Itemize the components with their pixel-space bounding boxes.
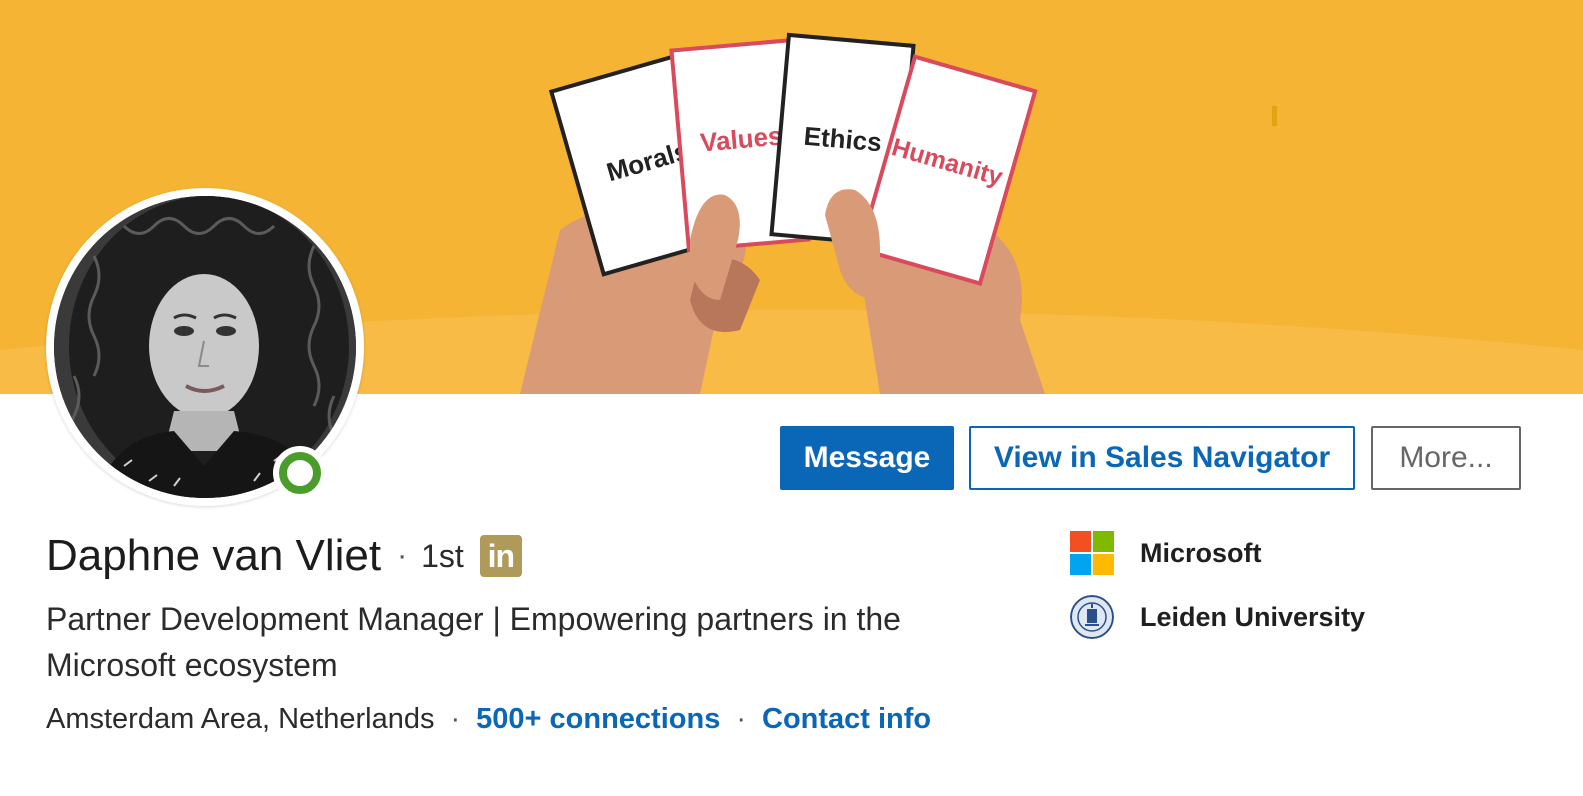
org-name: Microsoft xyxy=(1140,537,1262,568)
connection-degree: 1st xyxy=(421,537,464,574)
org-item-leiden-university[interactable]: Leiden University xyxy=(1070,594,1365,640)
profile-card: Morals Values Ethics Humanity Message Vi… xyxy=(0,0,1583,796)
profile-name: Daphne van Vliet xyxy=(46,531,382,580)
meta-separator: · xyxy=(450,702,461,735)
name-row: Daphne van Vliet · 1st in xyxy=(46,528,522,584)
leiden-university-seal-icon xyxy=(1070,595,1114,639)
premium-badge-icon: in xyxy=(479,535,522,577)
contact-info-link[interactable]: Contact info xyxy=(762,703,931,736)
name-separator: · xyxy=(397,539,408,572)
more-actions-button[interactable]: More... xyxy=(1371,426,1521,490)
online-status-indicator xyxy=(273,446,327,500)
connections-link[interactable]: 500+ connections xyxy=(476,703,720,736)
message-button[interactable]: Message xyxy=(780,426,954,490)
org-name: Leiden University xyxy=(1140,601,1366,632)
microsoft-logo-icon xyxy=(1070,531,1114,575)
org-item-microsoft[interactable]: Microsoft xyxy=(1070,530,1262,576)
meta-separator: · xyxy=(736,702,746,735)
profile-meta: Amsterdam Area, Netherlands · 500+ conne… xyxy=(46,698,931,740)
profile-headline: Partner Development Manager | Empowering… xyxy=(46,601,901,683)
profile-location: Amsterdam Area, Netherlands xyxy=(46,702,435,735)
view-in-sales-navigator-button[interactable]: View in Sales Navigator xyxy=(969,426,1355,490)
